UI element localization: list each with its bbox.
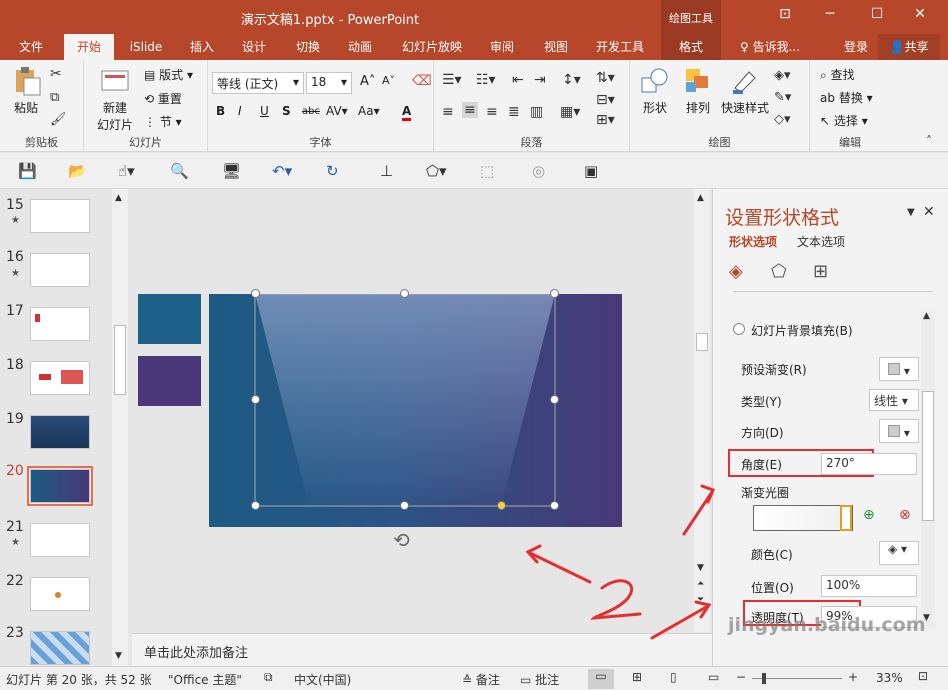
language[interactable]: 中文(中国) <box>294 671 351 688</box>
fit-window-icon[interactable]: ⊡ <box>918 669 928 683</box>
arrow-to-angle <box>682 490 714 536</box>
slide-sorter-icon[interactable]: ⊞ <box>632 670 642 684</box>
slideshow-icon[interactable]: ▭ <box>708 670 719 684</box>
notes-toggle[interactable]: ≙ 备注 <box>462 671 500 688</box>
zoom-in-icon[interactable]: + <box>848 670 858 684</box>
notes-toggle-label: 备注 <box>475 673 500 687</box>
zoom-level[interactable]: 33% <box>876 671 903 685</box>
notes-icon: ≙ <box>462 673 473 687</box>
slide-counter: 幻灯片 第 20 张，共 52 张 <box>6 673 152 687</box>
reading-view-icon[interactable]: ▯ <box>670 670 677 684</box>
handwritten-two <box>590 579 642 620</box>
arrow-to-transparency <box>650 604 710 640</box>
watermark: jingyan.baidu.com <box>728 614 926 636</box>
theme-name: "Office 主题" <box>168 673 242 687</box>
status-bar: 幻灯片 第 20 张，共 52 张 "Office 主题" ⧉ 中文(中国) ≙… <box>0 666 948 690</box>
accessibility-icon[interactable]: ⧉ <box>264 670 273 685</box>
zoom-out-icon[interactable]: − <box>736 670 746 684</box>
comments-label: 批注 <box>535 673 560 687</box>
normal-view-icon[interactable]: ▭ <box>588 669 614 689</box>
comment-icon: ▭ <box>520 673 532 687</box>
arrow-to-canvas <box>526 550 592 584</box>
comments-toggle[interactable]: ▭ 批注 <box>520 671 559 688</box>
annotation-overlay <box>525 484 715 640</box>
zoom-slider-thumb[interactable] <box>762 673 766 684</box>
arrowhead <box>700 484 715 504</box>
